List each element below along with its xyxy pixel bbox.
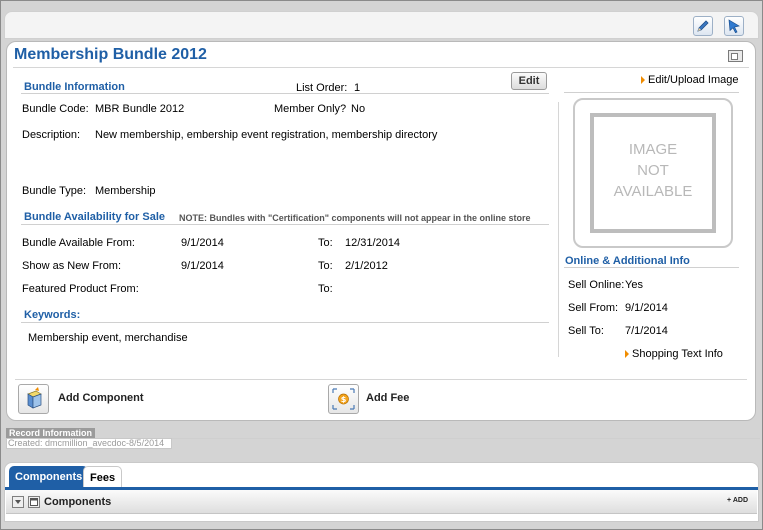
components-bar: Components + ADD [6,490,757,514]
availability-heading: Bundle Availability for Sale [24,211,165,223]
bundle-type-label: Bundle Type: [22,185,87,197]
member-only-value: No [351,103,366,115]
chevron-down-icon [15,500,21,504]
sell-from-label: Sell From: [568,302,619,314]
shopping-text-link[interactable]: Shopping Text Info [625,348,723,360]
bundle-type-value: Membership [95,185,156,197]
tab-fees[interactable]: Fees [83,466,123,488]
add-fee-label[interactable]: Add Fee [366,392,409,404]
description-label: Description: [22,129,81,141]
add-fee-button[interactable]: $ [328,384,359,414]
new-from-value: 9/1/2014 [181,260,224,272]
featured-to-label: To: [318,283,333,295]
pencil-icon [697,20,709,32]
select-cursor-button[interactable] [724,16,744,36]
print-icon[interactable] [728,50,743,62]
image-rule [564,92,739,93]
edit-pencil-button[interactable] [693,16,713,36]
column-divider [558,102,559,357]
edit-upload-image-link[interactable]: Edit/Upload Image [641,74,739,86]
availability-rule [21,224,549,225]
sell-online-label: Sell Online: [568,279,625,291]
cursor-icon [728,19,740,34]
actions-divider [15,379,747,380]
image-placeholder-line2: NOT [637,162,669,179]
sell-to-value: 7/1/2014 [625,325,668,337]
new-to-label: To: [318,260,333,272]
window-icon [30,498,38,506]
add-component-label[interactable]: Add Component [58,392,144,404]
svg-text:$: $ [341,395,347,404]
member-only-label: Member Only? [274,103,347,115]
available-to-value: 12/31/2014 [345,237,401,249]
tab-components[interactable]: Components [9,466,89,488]
arrow-right-icon [641,76,645,84]
availability-note: NOTE: Bundles with "Certification" compo… [179,213,531,223]
online-info-rule [564,267,739,268]
shopping-text-label: Shopping Text Info [632,348,723,360]
add-label: ADD [732,497,748,504]
arrow-right-icon [625,350,629,358]
record-created: Created: dmcmillion_avecdoc-8/5/2014 [6,438,172,449]
available-from-value: 9/1/2014 [181,237,224,249]
plus-icon: + [727,497,732,504]
keywords-rule [21,322,549,323]
sell-online-value: Yes [625,279,643,291]
bundle-code-label: Bundle Code: [22,103,89,115]
components-title: Components [44,496,112,508]
new-to-value: 2/1/2012 [345,260,388,272]
fee-dollar-icon: $ [332,388,355,410]
top-toolbar [4,11,759,39]
add-component-link[interactable]: + ADD [727,497,748,504]
tabs-panel: Components Fees Components + ADD [4,462,759,522]
edit-button[interactable]: Edit [511,72,547,90]
description-value: New membership, embership event registra… [95,129,438,141]
sell-from-value: 9/1/2014 [625,302,668,314]
featured-from-label: Featured Product From: [22,283,139,295]
edit-upload-image-label: Edit/Upload Image [648,74,739,86]
product-image[interactable]: IMAGE NOT AVAILABLE [573,98,733,248]
keywords-value: Membership event, merchandise [28,332,188,344]
window-toggle-button[interactable] [28,496,40,508]
add-component-button[interactable] [18,384,49,414]
image-placeholder-line1: IMAGE [628,141,678,158]
image-placeholder: IMAGE NOT AVAILABLE [590,113,716,233]
title-divider [13,67,749,68]
available-to-label: To: [318,237,333,249]
page-title: Membership Bundle 2012 [14,46,207,63]
image-placeholder-line3: AVAILABLE [613,183,693,200]
new-from-label: Show as New From: [22,260,122,272]
collapse-button[interactable] [12,496,24,508]
available-from-label: Bundle Available From: [22,237,135,249]
bundle-info-rule [21,93,549,94]
bundle-code-value: MBR Bundle 2012 [95,103,185,115]
component-box-icon [27,387,42,409]
record-info-heading: Record Information [6,428,96,438]
sell-to-label: Sell To: [568,325,604,337]
bundle-info-heading: Bundle Information [24,81,125,93]
keywords-heading: Keywords: [24,309,81,321]
image-placeholder-text: IMAGE NOT AVAILABLE [594,139,712,202]
bundle-card: Membership Bundle 2012 Bundle Informatio… [6,41,756,421]
page-frame: Membership Bundle 2012 Bundle Informatio… [0,0,763,530]
online-info-heading: Online & Additional Info [565,255,690,267]
